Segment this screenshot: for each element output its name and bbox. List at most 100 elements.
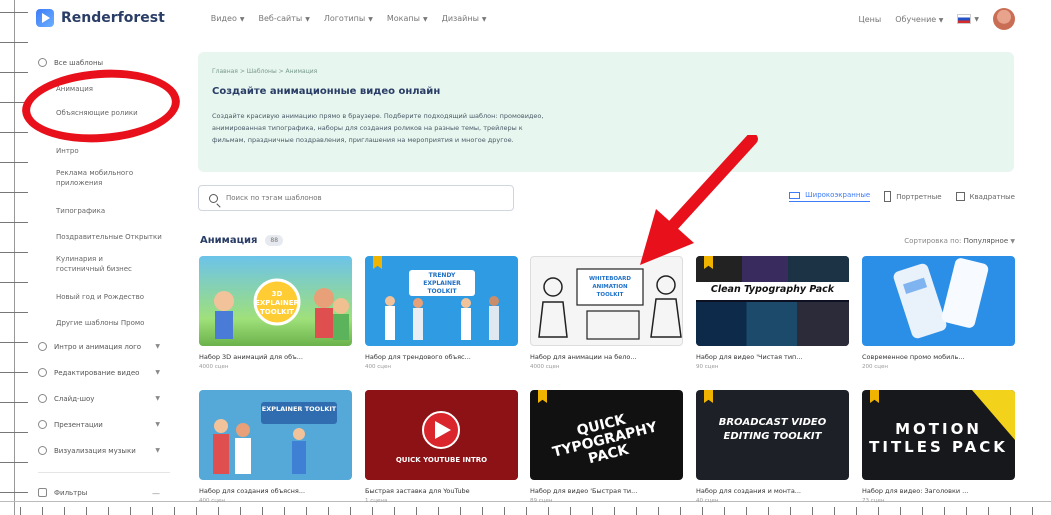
collapse-icon[interactable]: — <box>152 489 160 498</box>
format-square[interactable]: Квадратные <box>955 192 1015 201</box>
card-title[interactable]: Набор для создания и монта... <box>696 487 849 495</box>
card-meta: 1 сцена <box>365 498 388 504</box>
pricing-link[interactable]: Цены <box>859 15 882 24</box>
ruler-tick <box>680 507 681 515</box>
nav-item-designs[interactable]: Дизайны ▼ <box>442 14 487 23</box>
template-thumbnail[interactable]: TRENDY EXPLAINER TOOLKIT <box>365 256 518 346</box>
ruler-tick <box>0 132 28 133</box>
nav-item-mockups[interactable]: Мокапы ▼ <box>387 14 428 23</box>
card-title[interactable]: Быстрая заставка для YouTube <box>365 487 518 495</box>
chevron-down-icon: ▼ <box>305 15 310 23</box>
sidebar-item-other-promo[interactable]: Другие шаблоны Промо <box>56 318 174 328</box>
breadcrumb[interactable]: Главная > Шаблоны > Анимация <box>212 68 317 75</box>
template-thumbnail[interactable]: 3D EXPLAINER TOOLKIT <box>199 256 352 346</box>
nav-item-websites[interactable]: Веб-сайты ▼ <box>258 14 309 23</box>
template-card[interactable]: TRENDY EXPLAINER TOOLKIT Набор для тренд… <box>365 256 518 370</box>
ruler-tick <box>0 42 28 43</box>
card-title[interactable]: Набор для видео: Заголовки ... <box>862 487 1015 495</box>
template-card[interactable]: EXPLAINER TOOLKIT Набор для создания объ… <box>199 390 352 504</box>
ruler-tick <box>306 507 307 515</box>
search-input[interactable] <box>226 194 506 202</box>
language-selector[interactable]: ▼ <box>957 14 979 24</box>
card-title[interactable]: Современное промо мобиль... <box>862 353 1015 361</box>
template-thumbnail[interactable]: MOTION TITLES PACK <box>862 390 1015 480</box>
nav-item-logos[interactable]: Логотипы ▼ <box>324 14 373 23</box>
sidebar-item-typography[interactable]: Типографика <box>56 206 174 216</box>
card-title[interactable]: Набор для видео 'Быстрая ти... <box>530 487 683 495</box>
logo[interactable]: Renderforest <box>36 9 165 27</box>
chevron-down-icon: ▼ <box>155 395 160 402</box>
format-label: Квадратные <box>969 192 1015 201</box>
ruler-tick <box>0 342 28 343</box>
sidebar-item-presentations[interactable]: Презентации <box>54 420 172 430</box>
thumbnail-text: BROADCAST VIDEO EDITING TOOLKIT <box>718 417 827 442</box>
sidebar-item-app-promo[interactable]: Реклама мобильного приложения <box>56 168 146 188</box>
music-visualizer-icon <box>38 446 47 455</box>
card-meta: 40 сцен <box>696 498 719 504</box>
card-title[interactable]: Набор 3D анимаций для объ... <box>199 353 352 361</box>
main-nav: Видео ▼ Веб-сайты ▼ Логотипы ▼ Мокапы ▼ Диза… <box>211 14 487 23</box>
ruler-tick <box>526 507 527 515</box>
nav-label: Веб-сайты <box>258 13 303 23</box>
template-thumbnail[interactable]: QUICK YOUTUBE INTRO <box>365 390 518 480</box>
ruler-tick <box>196 507 197 515</box>
people-illustration <box>385 296 499 340</box>
ruler-tick <box>20 507 21 515</box>
sidebar-item-music-visualization[interactable]: Визуализация музыки <box>54 446 172 456</box>
ruler-tick <box>746 507 747 515</box>
template-card[interactable]: BROADCAST VIDEO EDITING TOOLKIT Набор дл… <box>696 390 849 504</box>
nav-label: Видео <box>210 13 237 23</box>
ruler-tick <box>504 507 505 515</box>
sidebar-item-new-year[interactable]: Новый год и Рождество <box>56 292 174 302</box>
ruler-tick <box>438 507 439 515</box>
card-meta: 4000 сцен <box>530 364 560 370</box>
template-card[interactable]: QUICK YOUTUBE INTRO Быстрая заставка для… <box>365 390 518 504</box>
ruler-tick <box>0 12 28 13</box>
ruler-tick <box>86 507 87 515</box>
video-edit-icon <box>38 368 47 377</box>
sidebar-item-video-editing[interactable]: Редактирование видео <box>54 368 172 378</box>
page: Renderforest Видео ▼ Веб-сайты ▼ Логотипы ▼… <box>0 0 1051 515</box>
format-horizontal[interactable]: Широкоэкранные <box>789 191 871 202</box>
sidebar-item-all-templates[interactable]: Все шаблоны <box>54 58 172 68</box>
ruler-tick <box>372 507 373 515</box>
ruler-tick <box>702 507 703 515</box>
card-title[interactable]: Набор для создания объясня... <box>199 487 352 495</box>
ruler-tick <box>0 372 28 373</box>
ruler-tick <box>174 507 175 515</box>
ruler-tick <box>394 507 395 515</box>
search-box[interactable] <box>198 185 514 211</box>
template-thumbnail[interactable]: EXPLAINER TOOLKIT <box>199 390 352 480</box>
sidebar-item-greeting-cards[interactable]: Поздравительные Открытки <box>56 232 174 242</box>
avatar[interactable] <box>993 8 1015 30</box>
learning-menu[interactable]: Обучение ▼ <box>895 15 943 24</box>
sort-dropdown[interactable]: Сортировка по: Популярное ▼ <box>904 237 1015 245</box>
format-switcher: Широкоэкранные Портретные Квадратные <box>789 191 1015 202</box>
chevron-down-icon: ▼ <box>155 343 160 350</box>
landscape-icon <box>789 191 801 199</box>
chevron-down-icon: ▼ <box>155 447 160 454</box>
square-icon <box>955 192 965 201</box>
template-thumbnail[interactable] <box>862 256 1015 346</box>
template-card[interactable]: Современное промо мобиль... 200 сцен <box>862 256 1015 370</box>
template-card[interactable]: MOTION TITLES PACK Набор для видео: Заго… <box>862 390 1015 504</box>
card-meta: 89 сцен <box>530 498 553 504</box>
sidebar-item-logo-intro[interactable]: Интро и анимация лого <box>54 342 172 352</box>
format-portrait[interactable]: Портретные <box>884 191 942 202</box>
sidebar-item-intro[interactable]: Интро <box>56 146 174 156</box>
card-meta: 90 сцен <box>696 364 719 370</box>
card-title[interactable]: Набор для видео 'Чистая тип... <box>696 353 849 361</box>
ruler-tick <box>42 507 43 515</box>
template-thumbnail[interactable]: BROADCAST VIDEO EDITING TOOLKIT <box>696 390 849 480</box>
ruler-tick <box>0 402 28 403</box>
card-title[interactable]: Набор для анимации на бело... <box>530 353 683 361</box>
template-card[interactable]: 3D EXPLAINER TOOLKIT Набор 3D анимаций д… <box>199 256 352 370</box>
ruler-tick <box>262 507 263 515</box>
thumbnail-text: Clean Typography Pack <box>710 284 835 295</box>
card-title[interactable]: Набор для трендового объяс... <box>365 353 518 361</box>
sidebar-item-slideshow[interactable]: Слайд-шоу <box>54 394 172 404</box>
template-card[interactable]: QUICK TYPOGRAPHY PACK Набор для видео 'Б… <box>530 390 683 504</box>
template-thumbnail[interactable]: QUICK TYPOGRAPHY PACK <box>530 390 683 480</box>
nav-item-video[interactable]: Видео ▼ <box>211 14 245 23</box>
sidebar-item-cooking[interactable]: Кулинария и гостиничный бизнес <box>56 254 152 274</box>
